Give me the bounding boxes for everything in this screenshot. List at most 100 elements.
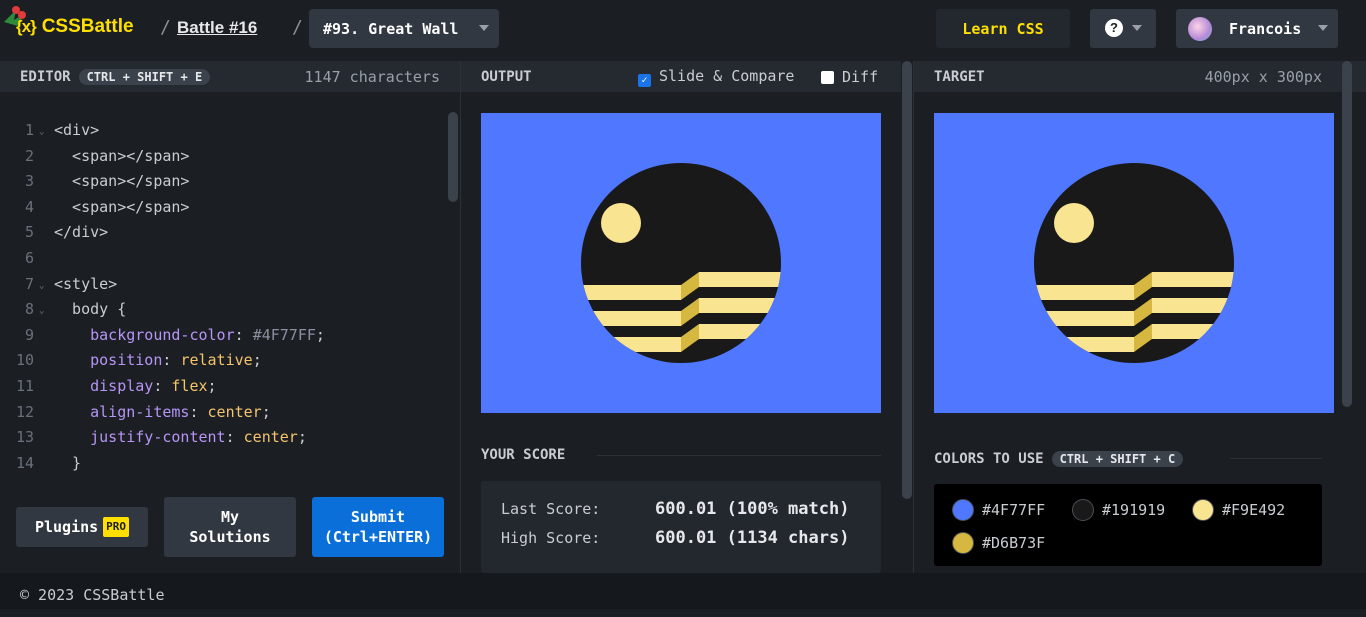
colors-title: COLORS TO USE	[934, 451, 1044, 467]
code-text: position: relative;	[54, 347, 262, 373]
divider	[597, 455, 881, 456]
code-token: :	[153, 377, 172, 395]
chevron-down-icon	[479, 25, 489, 31]
code-token: </div>	[54, 223, 109, 242]
line-number: 12	[15, 402, 34, 421]
high-score-value: 600.01 (1134 chars)	[655, 528, 850, 548]
color-swatch[interactable]: #F9E492	[1192, 499, 1285, 521]
editor-shortcut: CTRL + SHIFT + E	[78, 68, 211, 85]
help-icon: ?	[1105, 19, 1123, 37]
target-scrollbar[interactable]	[1342, 61, 1352, 407]
code-text: display: flex;	[54, 373, 217, 399]
logo-text: CSSBattle	[41, 16, 134, 37]
color-dot	[952, 499, 974, 521]
line-number: 11	[15, 377, 34, 395]
code-token: ;	[297, 428, 307, 447]
line-number: 13	[15, 428, 34, 447]
fold-chevron-icon[interactable]: ⌄	[39, 119, 44, 145]
copyright: © 2023 CSSBattle	[20, 586, 165, 604]
line-number: 8	[24, 300, 34, 319]
target-size: 400px x 300px	[1204, 67, 1322, 86]
output-title: OUTPUT	[481, 68, 532, 85]
editor-header: EDITOR CTRL + SHIFT + E 1147 characters	[0, 61, 460, 93]
diff-label: Diff	[842, 67, 879, 86]
last-score-value: 600.01 (100% match)	[655, 499, 850, 519]
code-text: <div>	[54, 117, 99, 143]
fold-chevron-icon[interactable]: ⌄	[39, 298, 44, 324]
code-text: <style>	[54, 271, 117, 297]
line-number: 3	[24, 172, 34, 191]
my-solutions-button[interactable]: My Solutions	[164, 497, 296, 557]
code-token: ;	[207, 377, 217, 395]
fold-chevron-icon[interactable]: ⌄	[39, 273, 44, 299]
battle-link[interactable]: Battle #16	[177, 18, 257, 38]
color-hex: #D6B73F	[982, 534, 1046, 552]
help-menu-button[interactable]: ?	[1090, 9, 1156, 48]
line-number: 7	[24, 274, 34, 293]
checkbox-icon[interactable]	[821, 70, 834, 84]
code-token: ;	[261, 402, 271, 421]
code-token: body {	[54, 300, 127, 319]
target-select[interactable]: #93. Great Wall	[309, 9, 499, 48]
code-text: justify-content: center;	[54, 424, 307, 450]
line-number: 10	[15, 351, 34, 370]
output-scrollbar[interactable]	[902, 61, 912, 499]
last-score-label: Last Score:	[501, 500, 601, 518]
checkbox-checked-icon[interactable]: ✓	[638, 73, 651, 87]
score-box: Last Score: 600.01 (100% match) High Sco…	[481, 481, 881, 573]
color-swatch[interactable]: #191919	[1072, 499, 1165, 521]
colors-header: COLORS TO USE CTRL + SHIFT + C	[934, 451, 1184, 467]
editor-title: EDITOR	[20, 68, 71, 85]
code-token: }	[54, 453, 82, 472]
submit-button[interactable]: Submit (Ctrl+ENTER)	[312, 497, 444, 557]
output-preview[interactable]	[481, 113, 881, 413]
great-wall-target	[1034, 163, 1234, 363]
color-dot	[1192, 499, 1214, 521]
code-token: align-items	[54, 402, 190, 421]
user-name: Francois	[1229, 20, 1302, 38]
code-token: ;	[252, 351, 262, 370]
pro-badge: PRO	[103, 517, 130, 537]
target-title: TARGET	[934, 68, 985, 85]
plugins-label: Plugins	[34, 518, 99, 536]
learn-css-button[interactable]: Learn CSS	[936, 9, 1070, 48]
editor-scrollbar[interactable]	[448, 112, 458, 202]
code-token: justify-content	[54, 428, 226, 447]
line-number: 1	[24, 121, 34, 139]
target-preview	[934, 113, 1334, 413]
code-token: center	[243, 428, 298, 447]
user-menu-button[interactable]: Francois	[1176, 9, 1338, 48]
code-token: ;	[315, 325, 325, 344]
plugins-button[interactable]: Plugins PRO	[16, 507, 148, 547]
code-token: display	[54, 377, 154, 395]
colors-box: #4F77FF #191919 #F9E492 #D6B73F	[934, 484, 1322, 566]
logo-mark: {x}	[16, 17, 37, 36]
color-dot	[1072, 499, 1094, 521]
line-number: 14	[15, 453, 34, 472]
color-swatch[interactable]: #4F77FF	[952, 499, 1045, 521]
code-editor[interactable]: 1 ⌄ <div> 2 <span></span> 3 <span></span> 4 <…	[0, 94, 460, 479]
code-token: <span></span>	[54, 146, 190, 165]
code-text: </div>	[54, 219, 108, 245]
code-token: position	[54, 351, 163, 370]
code-text: <span></span>	[54, 143, 189, 169]
code-text: body {	[54, 296, 126, 322]
breadcrumb-separator: /	[160, 17, 171, 38]
diff-toggle[interactable]: Diff	[821, 68, 878, 86]
code-token: <div>	[54, 121, 100, 139]
breadcrumb-separator: /	[292, 17, 303, 38]
code-token: background-color	[54, 325, 235, 344]
chevron-down-icon	[1132, 25, 1142, 31]
code-text: background-color: #4F77FF;	[54, 322, 325, 348]
color-hex: #F9E492	[1222, 501, 1286, 519]
target-header: TARGET 400px x 300px	[914, 61, 1366, 93]
color-swatch[interactable]: #D6B73F	[952, 532, 1045, 554]
code-token: :	[225, 428, 244, 447]
colors-shortcut: CTRL + SHIFT + C	[1051, 451, 1184, 467]
top-bar: {x} CSSBattle / Battle #16 / #93. Great …	[0, 0, 1366, 60]
line-number: 4	[24, 197, 34, 216]
logo[interactable]: {x} CSSBattle	[16, 16, 134, 38]
code-text: <span></span>	[54, 194, 189, 220]
slide-compare-toggle[interactable]: ✓ Slide & Compare	[638, 67, 794, 87]
code-token: <span></span>	[54, 172, 190, 191]
